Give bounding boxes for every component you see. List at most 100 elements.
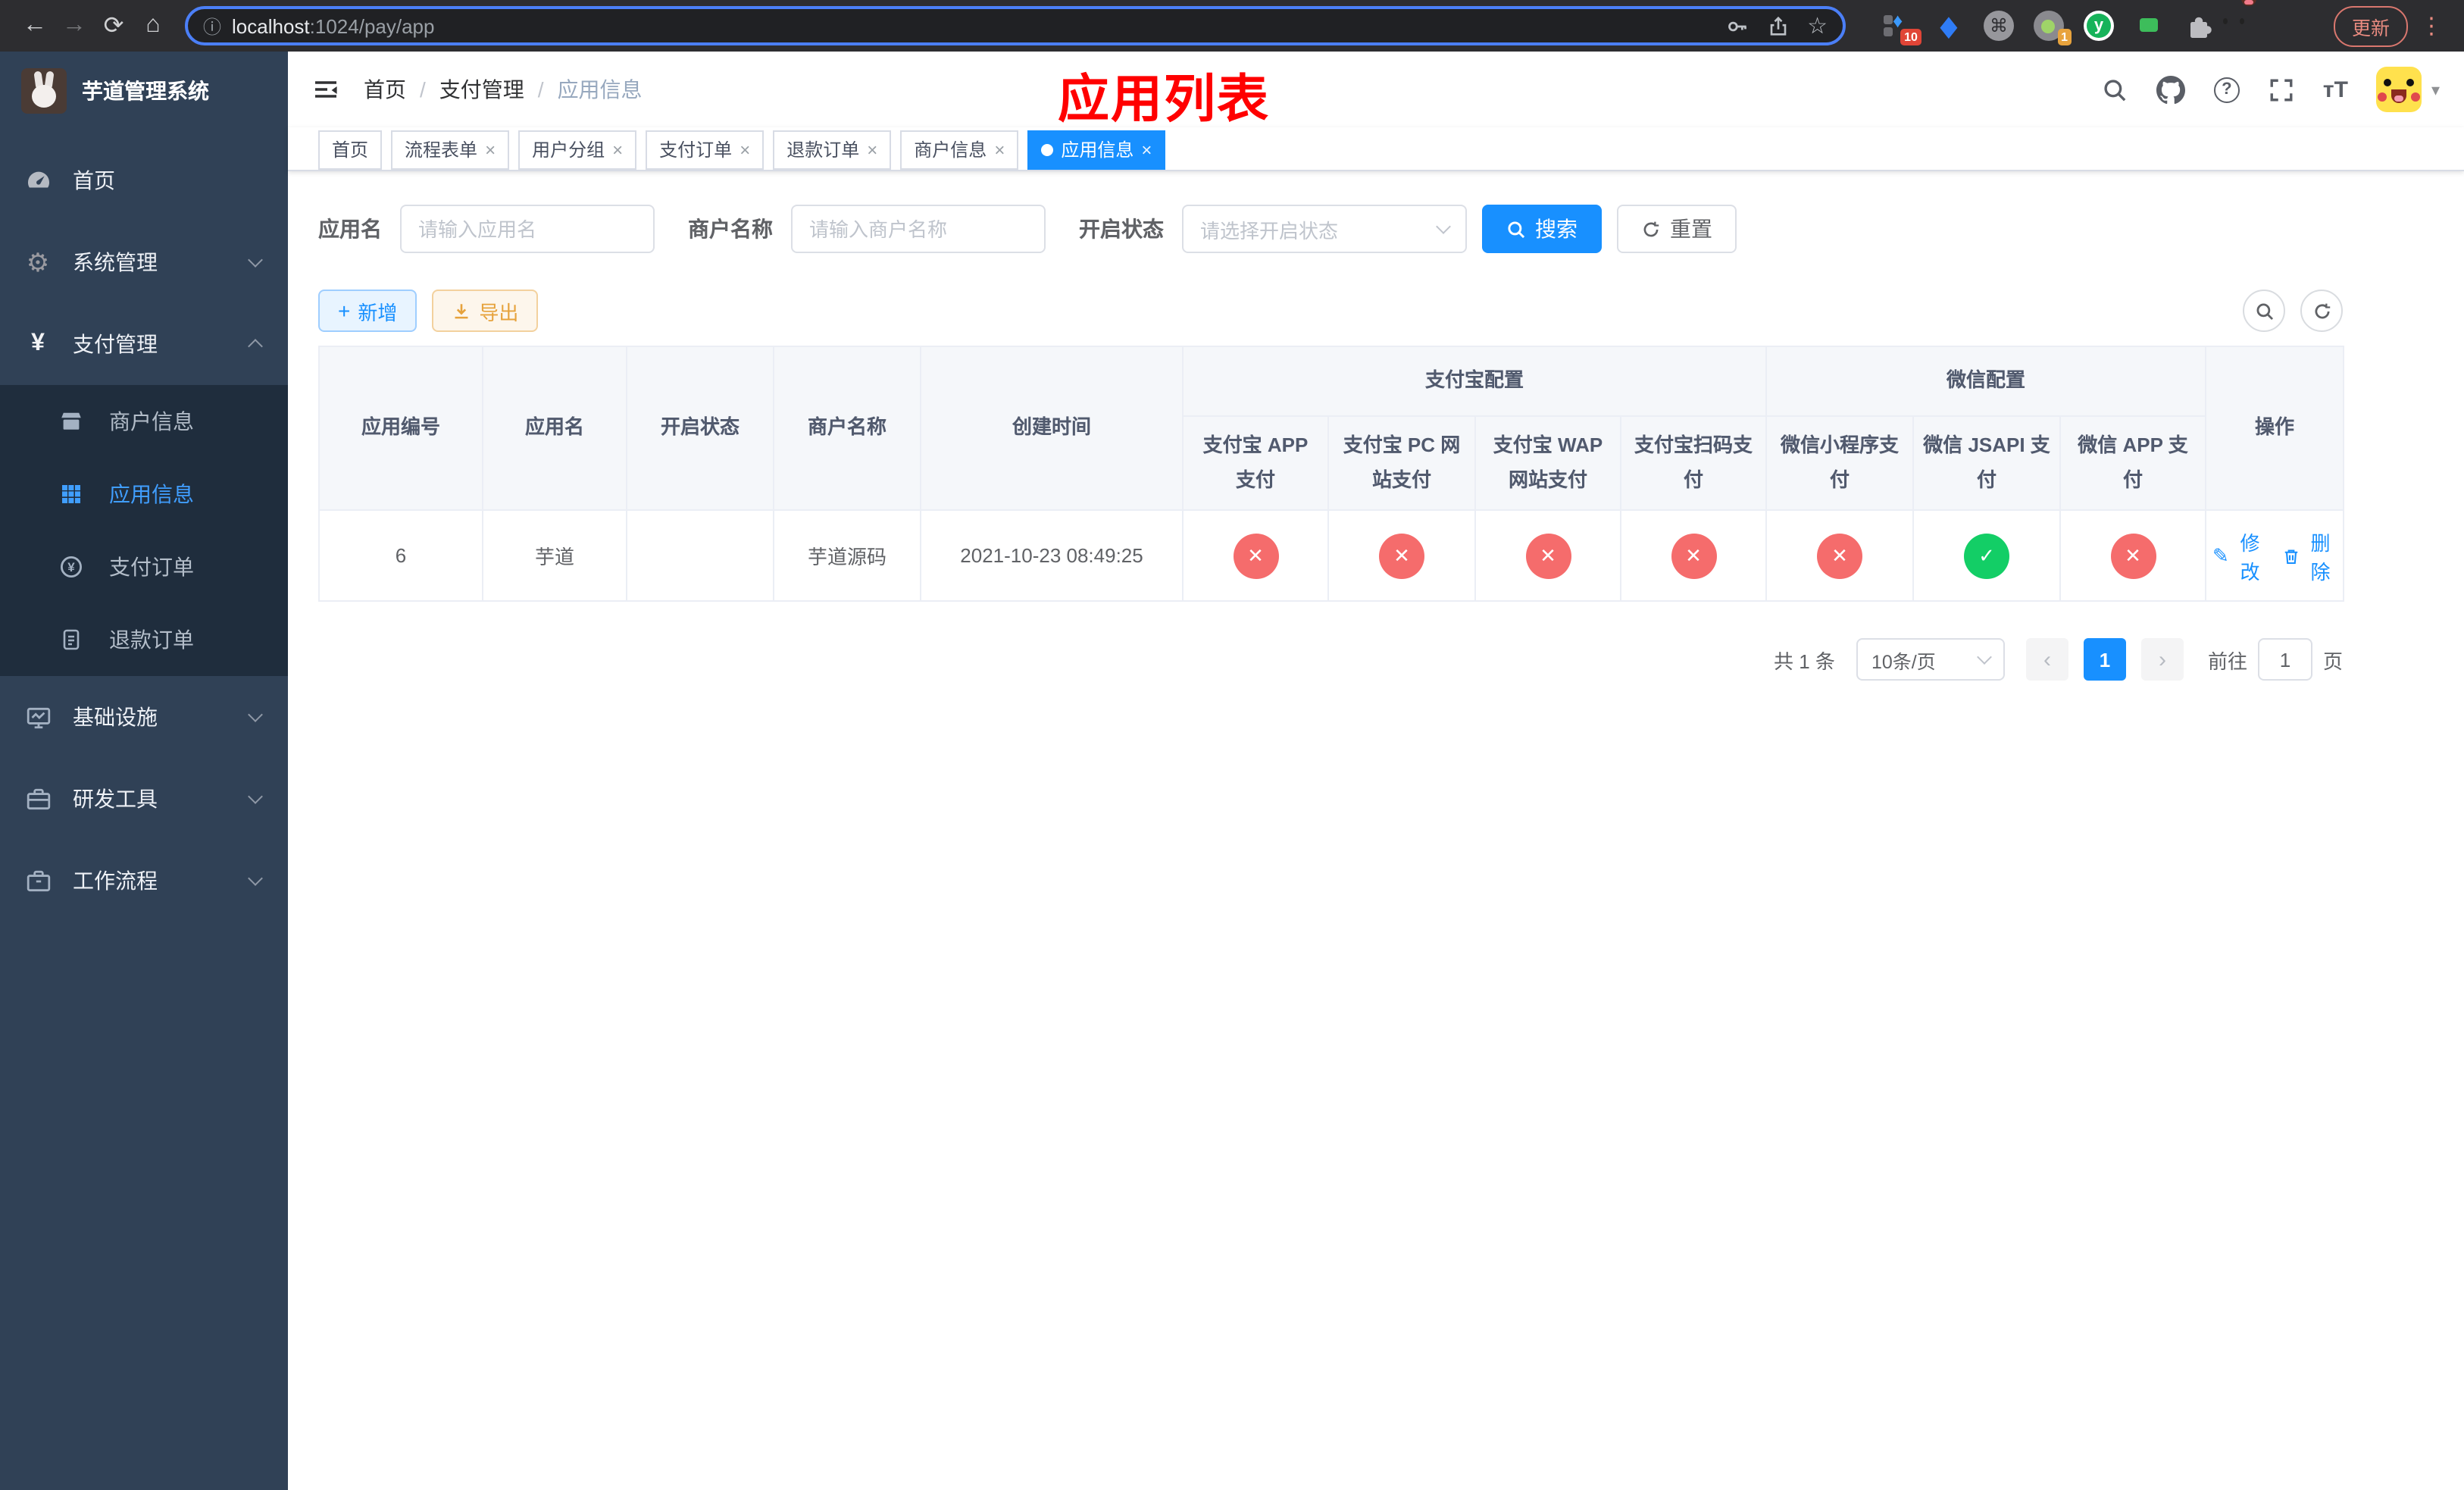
pagination-total: 共 1 条: [1774, 650, 1835, 672]
sidebar-item-pay-order[interactable]: ¥ 支付订单: [0, 531, 288, 603]
close-icon[interactable]: ×: [1141, 140, 1152, 158]
header-wechat-app: 微信 APP 支付: [2059, 415, 2207, 511]
sidebar-item-refund-order[interactable]: 退款订单: [0, 603, 288, 676]
extension-y-icon[interactable]: y: [2083, 11, 2114, 41]
extension-kite-icon[interactable]: ◆: [1934, 7, 1964, 45]
refresh-table-button[interactable]: [2300, 290, 2343, 332]
home-icon[interactable]: ⌂: [133, 12, 173, 39]
toggle-search-button[interactable]: [2243, 290, 2285, 332]
tab-label: 应用信息: [1061, 139, 1134, 161]
extension-target-icon[interactable]: 1: [2033, 11, 2072, 45]
breadcrumb-home[interactable]: 首页: [364, 74, 406, 105]
merchant-name-input[interactable]: [791, 205, 1046, 253]
main-area: 首页 / 支付管理 / 应用信息 ? тT ▾ 首页 流程表单 × 用户分组 ×…: [288, 52, 2464, 1490]
reload-icon[interactable]: ⟳: [94, 11, 133, 41]
dashboard-icon: [24, 167, 52, 193]
chevron-down-icon: [248, 789, 263, 804]
close-icon[interactable]: ×: [740, 140, 750, 158]
github-icon[interactable]: [2156, 75, 2185, 104]
forward-icon[interactable]: →: [55, 12, 94, 39]
tab-merchant-info[interactable]: 商户信息 ×: [900, 130, 1019, 169]
export-button[interactable]: 导出: [432, 290, 539, 332]
header-app-id: 应用编号: [318, 346, 483, 511]
user-avatar-dropdown[interactable]: ▾: [2376, 67, 2440, 112]
search-icon[interactable]: [2102, 77, 2128, 102]
tab-flow-form[interactable]: 流程表单 ×: [391, 130, 510, 169]
edit-link[interactable]: ✎ 修改: [2212, 527, 2266, 584]
sidebar-item-label: 基础设施: [73, 705, 158, 729]
close-icon[interactable]: ×: [485, 140, 496, 158]
help-icon[interactable]: ?: [2213, 77, 2240, 102]
edit-label: 修改: [2240, 531, 2260, 583]
back-icon[interactable]: ←: [15, 12, 55, 39]
sidebar-item-home[interactable]: 首页: [0, 139, 288, 221]
chevron-down-icon: [248, 252, 263, 268]
tab-home[interactable]: 首页: [318, 130, 383, 169]
next-page-button[interactable]: ›: [2140, 638, 2184, 681]
tab-user-group[interactable]: 用户分组 ×: [518, 130, 637, 169]
sidebar-item-label: 退款订单: [109, 628, 194, 652]
extension-puzzle-icon[interactable]: [2184, 11, 2214, 41]
status-icon-wechat-app: ✕: [2110, 533, 2156, 578]
header-group-alipay: 支付宝配置: [1181, 346, 1768, 417]
sidebar-item-merchant-info[interactable]: 商户信息: [0, 385, 288, 458]
delete-link[interactable]: 删除: [2281, 527, 2337, 584]
page-size-select[interactable]: 10条/页: [1856, 638, 2005, 681]
sidebar-item-system[interactable]: ⚙ 系统管理: [0, 221, 288, 303]
url-text: localhost:1024/pay/app: [232, 14, 434, 37]
extension-command-icon[interactable]: ⌘: [1983, 11, 2014, 41]
tab-pay-order[interactable]: 支付订单 ×: [646, 130, 765, 169]
payment-submenu: 商户信息 应用信息 ¥ 支付订单 退款订单: [0, 385, 288, 676]
extension-blocks-icon[interactable]: ♦ 10: [1883, 9, 1921, 45]
app-name-input[interactable]: [400, 205, 655, 253]
breadcrumb-payment[interactable]: 支付管理: [439, 74, 524, 105]
goto-page-input[interactable]: [2257, 638, 2312, 681]
sidebar-item-label: 支付管理: [73, 332, 158, 356]
screen: ← → ⟳ ⌂ ⓘ localhost:1024/pay/app ☆ ♦ 10 …: [0, 0, 2464, 1490]
site-info-icon[interactable]: ⓘ: [203, 13, 221, 39]
close-icon[interactable]: ×: [867, 140, 877, 158]
sidebar-collapse-icon[interactable]: [312, 76, 339, 103]
page-1-button[interactable]: 1: [2083, 638, 2126, 681]
sidebar: 芋道管理系统 首页 ⚙ 系统管理 ¥ 支付管理 商户信息 应用信息 ¥ 支付订单…: [0, 52, 288, 1490]
navbar: 首页 / 支付管理 / 应用信息 ? тT ▾: [288, 52, 2464, 127]
reset-button[interactable]: 重置: [1617, 205, 1737, 253]
extension-emoji-icon[interactable]: [2222, 0, 2264, 41]
tab-refund-order[interactable]: 退款订单 ×: [773, 130, 892, 169]
active-dot: [1041, 143, 1054, 155]
add-button[interactable]: + 新增: [318, 290, 417, 332]
sidebar-item-payment[interactable]: ¥ 支付管理: [0, 303, 288, 385]
cell-wechat-app: ✕: [2059, 509, 2207, 602]
sidebar-item-app-info[interactable]: 应用信息: [0, 458, 288, 531]
cell-wechat-lite: ✕: [1765, 509, 1915, 602]
font-size-icon[interactable]: тT: [2323, 77, 2348, 102]
search-button[interactable]: 搜索: [1482, 205, 1602, 253]
sidebar-item-infrastructure[interactable]: 基础设施: [0, 676, 288, 758]
app-logo[interactable]: 芋道管理系统: [0, 52, 288, 130]
extension-chat-icon[interactable]: [2134, 11, 2164, 41]
header-app-name: 应用名: [482, 346, 627, 511]
tab-label: 退款订单: [786, 139, 860, 161]
status-icon-wechat-jsapi: ✓: [1964, 533, 2010, 578]
status-icon-alipay-pc: ✕: [1379, 533, 1424, 578]
close-icon[interactable]: ×: [612, 140, 623, 158]
sidebar-item-dev-tools[interactable]: 研发工具: [0, 758, 288, 840]
logo-image: [21, 68, 67, 114]
browser-menu-icon[interactable]: ⋮: [2420, 12, 2443, 39]
status-select[interactable]: 请选择开启状态: [1182, 205, 1467, 253]
address-bar[interactable]: ⓘ localhost:1024/pay/app ☆: [185, 6, 1846, 45]
close-icon[interactable]: ×: [994, 140, 1005, 158]
key-icon[interactable]: [1725, 14, 1748, 37]
share-icon[interactable]: [1766, 14, 1789, 37]
yen-circle-icon: ¥: [58, 555, 85, 579]
sidebar-item-workflow[interactable]: 工作流程: [0, 840, 288, 922]
browser-update-button[interactable]: 更新: [2333, 5, 2408, 46]
tab-app-info[interactable]: 应用信息 ×: [1027, 130, 1166, 169]
avatar: [2376, 67, 2422, 112]
url-host: localhost: [232, 14, 310, 37]
status-icon-alipay-app: ✕: [1233, 533, 1278, 578]
bookmark-star-icon[interactable]: ☆: [1807, 14, 1828, 37]
gear-icon: ⚙: [26, 248, 50, 277]
fullscreen-icon[interactable]: [2269, 77, 2294, 102]
prev-page-button[interactable]: ‹: [2025, 638, 2068, 681]
